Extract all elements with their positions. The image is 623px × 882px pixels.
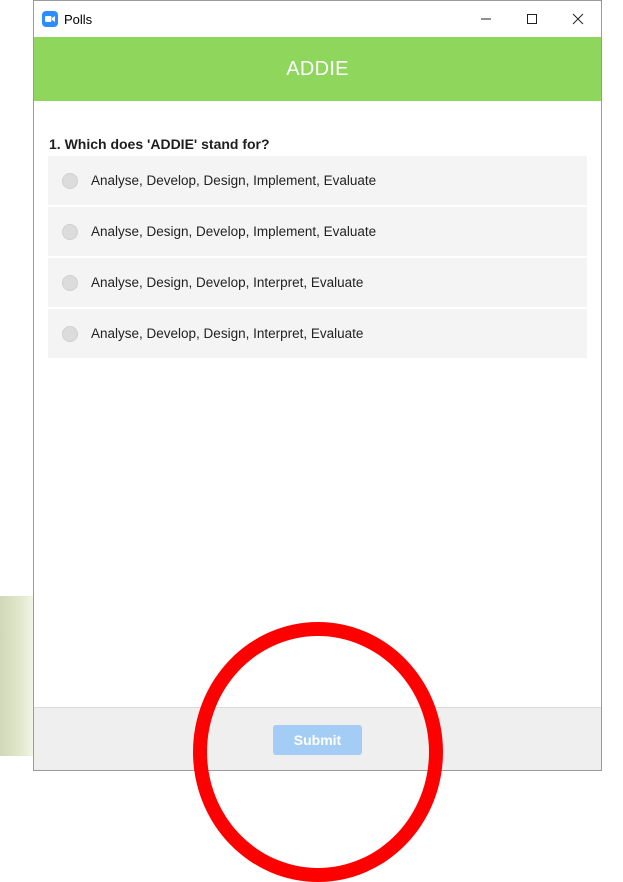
minimize-button[interactable] bbox=[463, 1, 509, 37]
radio-button[interactable] bbox=[62, 223, 78, 240]
polls-window: Polls ADDIE 1. Which does 'ADDIE' stand … bbox=[33, 0, 602, 771]
answer-options: Analyse, Develop, Design, Implement, Eva… bbox=[48, 156, 587, 360]
radio-button[interactable] bbox=[62, 325, 78, 342]
answer-option-label: Analyse, Design, Develop, Implement, Eva… bbox=[91, 224, 377, 239]
zoom-camera-icon bbox=[42, 11, 58, 27]
answer-option-3[interactable]: Analyse, Design, Develop, Interpret, Eva… bbox=[48, 258, 587, 309]
title-bar[interactable]: Polls bbox=[34, 1, 601, 37]
answer-option-label: Analyse, Develop, Design, Implement, Eva… bbox=[91, 173, 377, 188]
answer-option-2[interactable]: Analyse, Design, Develop, Implement, Eva… bbox=[48, 207, 587, 258]
minimize-icon bbox=[481, 18, 491, 20]
window-title: Polls bbox=[64, 11, 93, 27]
poll-footer: Submit bbox=[34, 707, 601, 770]
answer-option-label: Analyse, Design, Develop, Interpret, Eva… bbox=[91, 275, 364, 290]
radio-button[interactable] bbox=[62, 274, 78, 291]
window-controls bbox=[463, 1, 601, 37]
maximize-button[interactable] bbox=[509, 1, 555, 37]
submit-button[interactable]: Submit bbox=[273, 725, 362, 755]
close-icon bbox=[572, 13, 584, 25]
poll-content: 1. Which does 'ADDIE' stand for? Analyse… bbox=[34, 101, 601, 360]
question-text: 1. Which does 'ADDIE' stand for? bbox=[49, 136, 270, 152]
maximize-icon bbox=[527, 14, 537, 24]
poll-header: ADDIE bbox=[34, 37, 601, 101]
background-photo-strip bbox=[0, 596, 34, 756]
answer-option-1[interactable]: Analyse, Develop, Design, Implement, Eva… bbox=[48, 156, 587, 207]
close-button[interactable] bbox=[555, 1, 601, 37]
radio-button[interactable] bbox=[62, 172, 78, 189]
answer-option-4[interactable]: Analyse, Develop, Design, Interpret, Eva… bbox=[48, 309, 587, 360]
answer-option-label: Analyse, Develop, Design, Interpret, Eva… bbox=[91, 326, 364, 341]
poll-title: ADDIE bbox=[286, 57, 349, 80]
